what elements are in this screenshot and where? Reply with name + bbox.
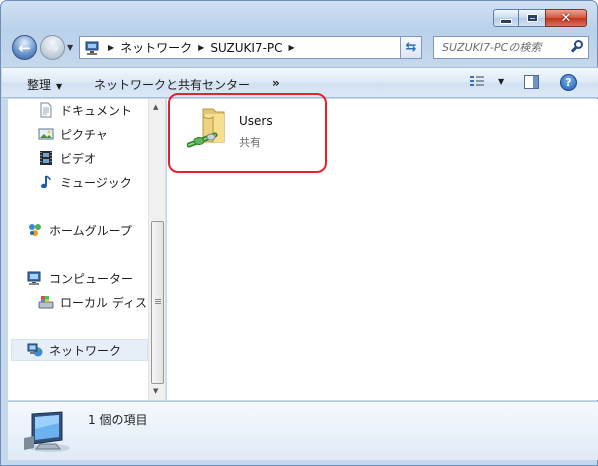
view-list-icon xyxy=(470,76,484,87)
forward-button[interactable]: → xyxy=(40,35,65,60)
sidebar-item-label: ピクチャ xyxy=(60,127,108,142)
computer-icon xyxy=(27,270,43,286)
recent-pages-dropdown[interactable]: ▼ xyxy=(67,43,73,52)
sidebar-item-documents[interactable]: ドキュメント xyxy=(38,100,132,120)
caption-buttons: ✕ xyxy=(493,9,587,27)
sidebar-item-label: ミュージック xyxy=(60,175,132,190)
sidebar-item-videos[interactable]: ビデオ xyxy=(38,148,96,168)
video-icon xyxy=(38,150,54,166)
breadcrumb-separator[interactable]: ▶ xyxy=(198,43,204,52)
sidebar-item-label: ローカル ディス xyxy=(60,295,147,310)
breadcrumb-computer[interactable]: SUZUKI7-PC xyxy=(210,41,282,55)
navigation-pane: ドキュメント ピクチャ ビデオ ミュージック ホームグループ コンピューター ロ… xyxy=(8,99,166,400)
address-bar[interactable]: ▶ ネットワーク ▶ SUZUKI7-PC ▶ ▼ xyxy=(79,36,422,59)
minimize-button[interactable] xyxy=(493,9,519,27)
sidebar-item-computer[interactable]: コンピューター xyxy=(27,268,133,288)
sidebar-item-label: ホームグループ xyxy=(49,223,132,238)
file-list-area[interactable]: Users 共有 xyxy=(167,93,598,400)
sidebar-item-label: ドキュメント xyxy=(60,103,133,118)
more-label: » xyxy=(272,76,280,90)
search-box[interactable] xyxy=(433,36,589,59)
maximize-button[interactable] xyxy=(519,9,545,27)
preview-pane-icon[interactable] xyxy=(524,75,539,89)
picture-icon xyxy=(38,126,54,142)
sidebar-item-homegroup[interactable]: ホームグループ xyxy=(27,220,132,240)
help-icon[interactable]: ? xyxy=(560,74,577,91)
sidebar-item-network[interactable]: ネットワーク xyxy=(27,340,121,360)
network-center-button[interactable]: ネットワークと共有センター xyxy=(94,76,250,93)
homegroup-icon xyxy=(27,222,43,238)
music-icon xyxy=(38,174,54,190)
shared-folder-icon xyxy=(186,105,237,155)
refresh-icon: ⇆ xyxy=(405,40,417,55)
sidebar-item-music[interactable]: ミュージック xyxy=(38,172,132,192)
local-disk-icon xyxy=(38,294,54,310)
close-icon: ✕ xyxy=(560,10,572,26)
explorer-window: ✕ ← → ▼ ▶ ネットワーク ▶ SUZUKI7-PC ▶ ▼ ⇆ 整理▼ … xyxy=(0,0,598,466)
chevron-down-icon: ▼ xyxy=(56,82,63,91)
scroll-down-arrow-icon[interactable]: ▼ xyxy=(153,387,158,395)
sidebar-item-label: コンピューター xyxy=(49,271,134,286)
chevron-down-icon: ▼ xyxy=(498,77,505,86)
item-name: Users xyxy=(239,114,273,128)
breadcrumb-separator[interactable]: ▶ xyxy=(108,43,114,52)
scroll-up-arrow-icon[interactable]: ▲ xyxy=(153,103,158,111)
breadcrumb-network[interactable]: ネットワーク xyxy=(120,39,192,56)
sidebar-item-label: ビデオ xyxy=(60,151,97,166)
details-pane: 1 個の項目 xyxy=(8,401,598,460)
more-commands-button[interactable]: » xyxy=(272,76,280,90)
organize-menu[interactable]: 整理 ▼ xyxy=(27,76,62,93)
item-count: 1 個の項目 xyxy=(88,413,148,427)
scrollbar-thumb[interactable] xyxy=(151,221,164,384)
back-button[interactable]: ← xyxy=(12,35,37,60)
network-computer-icon xyxy=(22,408,72,454)
sidebar-item-local-disk[interactable]: ローカル ディス xyxy=(38,292,147,312)
maximize-icon xyxy=(526,14,538,22)
network-center-label: ネットワークと共有センター xyxy=(94,78,251,92)
shared-folder-item[interactable]: Users 共有 xyxy=(186,105,317,155)
organize-label: 整理 xyxy=(27,78,52,92)
refresh-button[interactable]: ⇆ xyxy=(400,36,422,59)
document-icon xyxy=(38,102,54,118)
item-type: 共有 xyxy=(239,136,261,149)
network-computer-icon xyxy=(84,41,102,55)
forward-arrow-icon: → xyxy=(46,38,59,57)
sidebar-item-label: ネットワーク xyxy=(49,343,122,358)
search-input[interactable] xyxy=(442,41,572,54)
back-arrow-icon: ← xyxy=(18,38,31,57)
search-icon[interactable] xyxy=(570,40,583,54)
change-view-button[interactable]: ▼ xyxy=(470,76,504,87)
network-icon xyxy=(27,342,43,358)
close-button[interactable]: ✕ xyxy=(545,9,587,27)
minimize-icon xyxy=(500,18,512,24)
sidebar-item-pictures[interactable]: ピクチャ xyxy=(38,124,108,144)
breadcrumb-separator[interactable]: ▶ xyxy=(289,43,295,52)
nav-pane-scrollbar[interactable]: ▲ ▼ xyxy=(148,99,165,400)
scrollbar-grip xyxy=(155,299,161,305)
